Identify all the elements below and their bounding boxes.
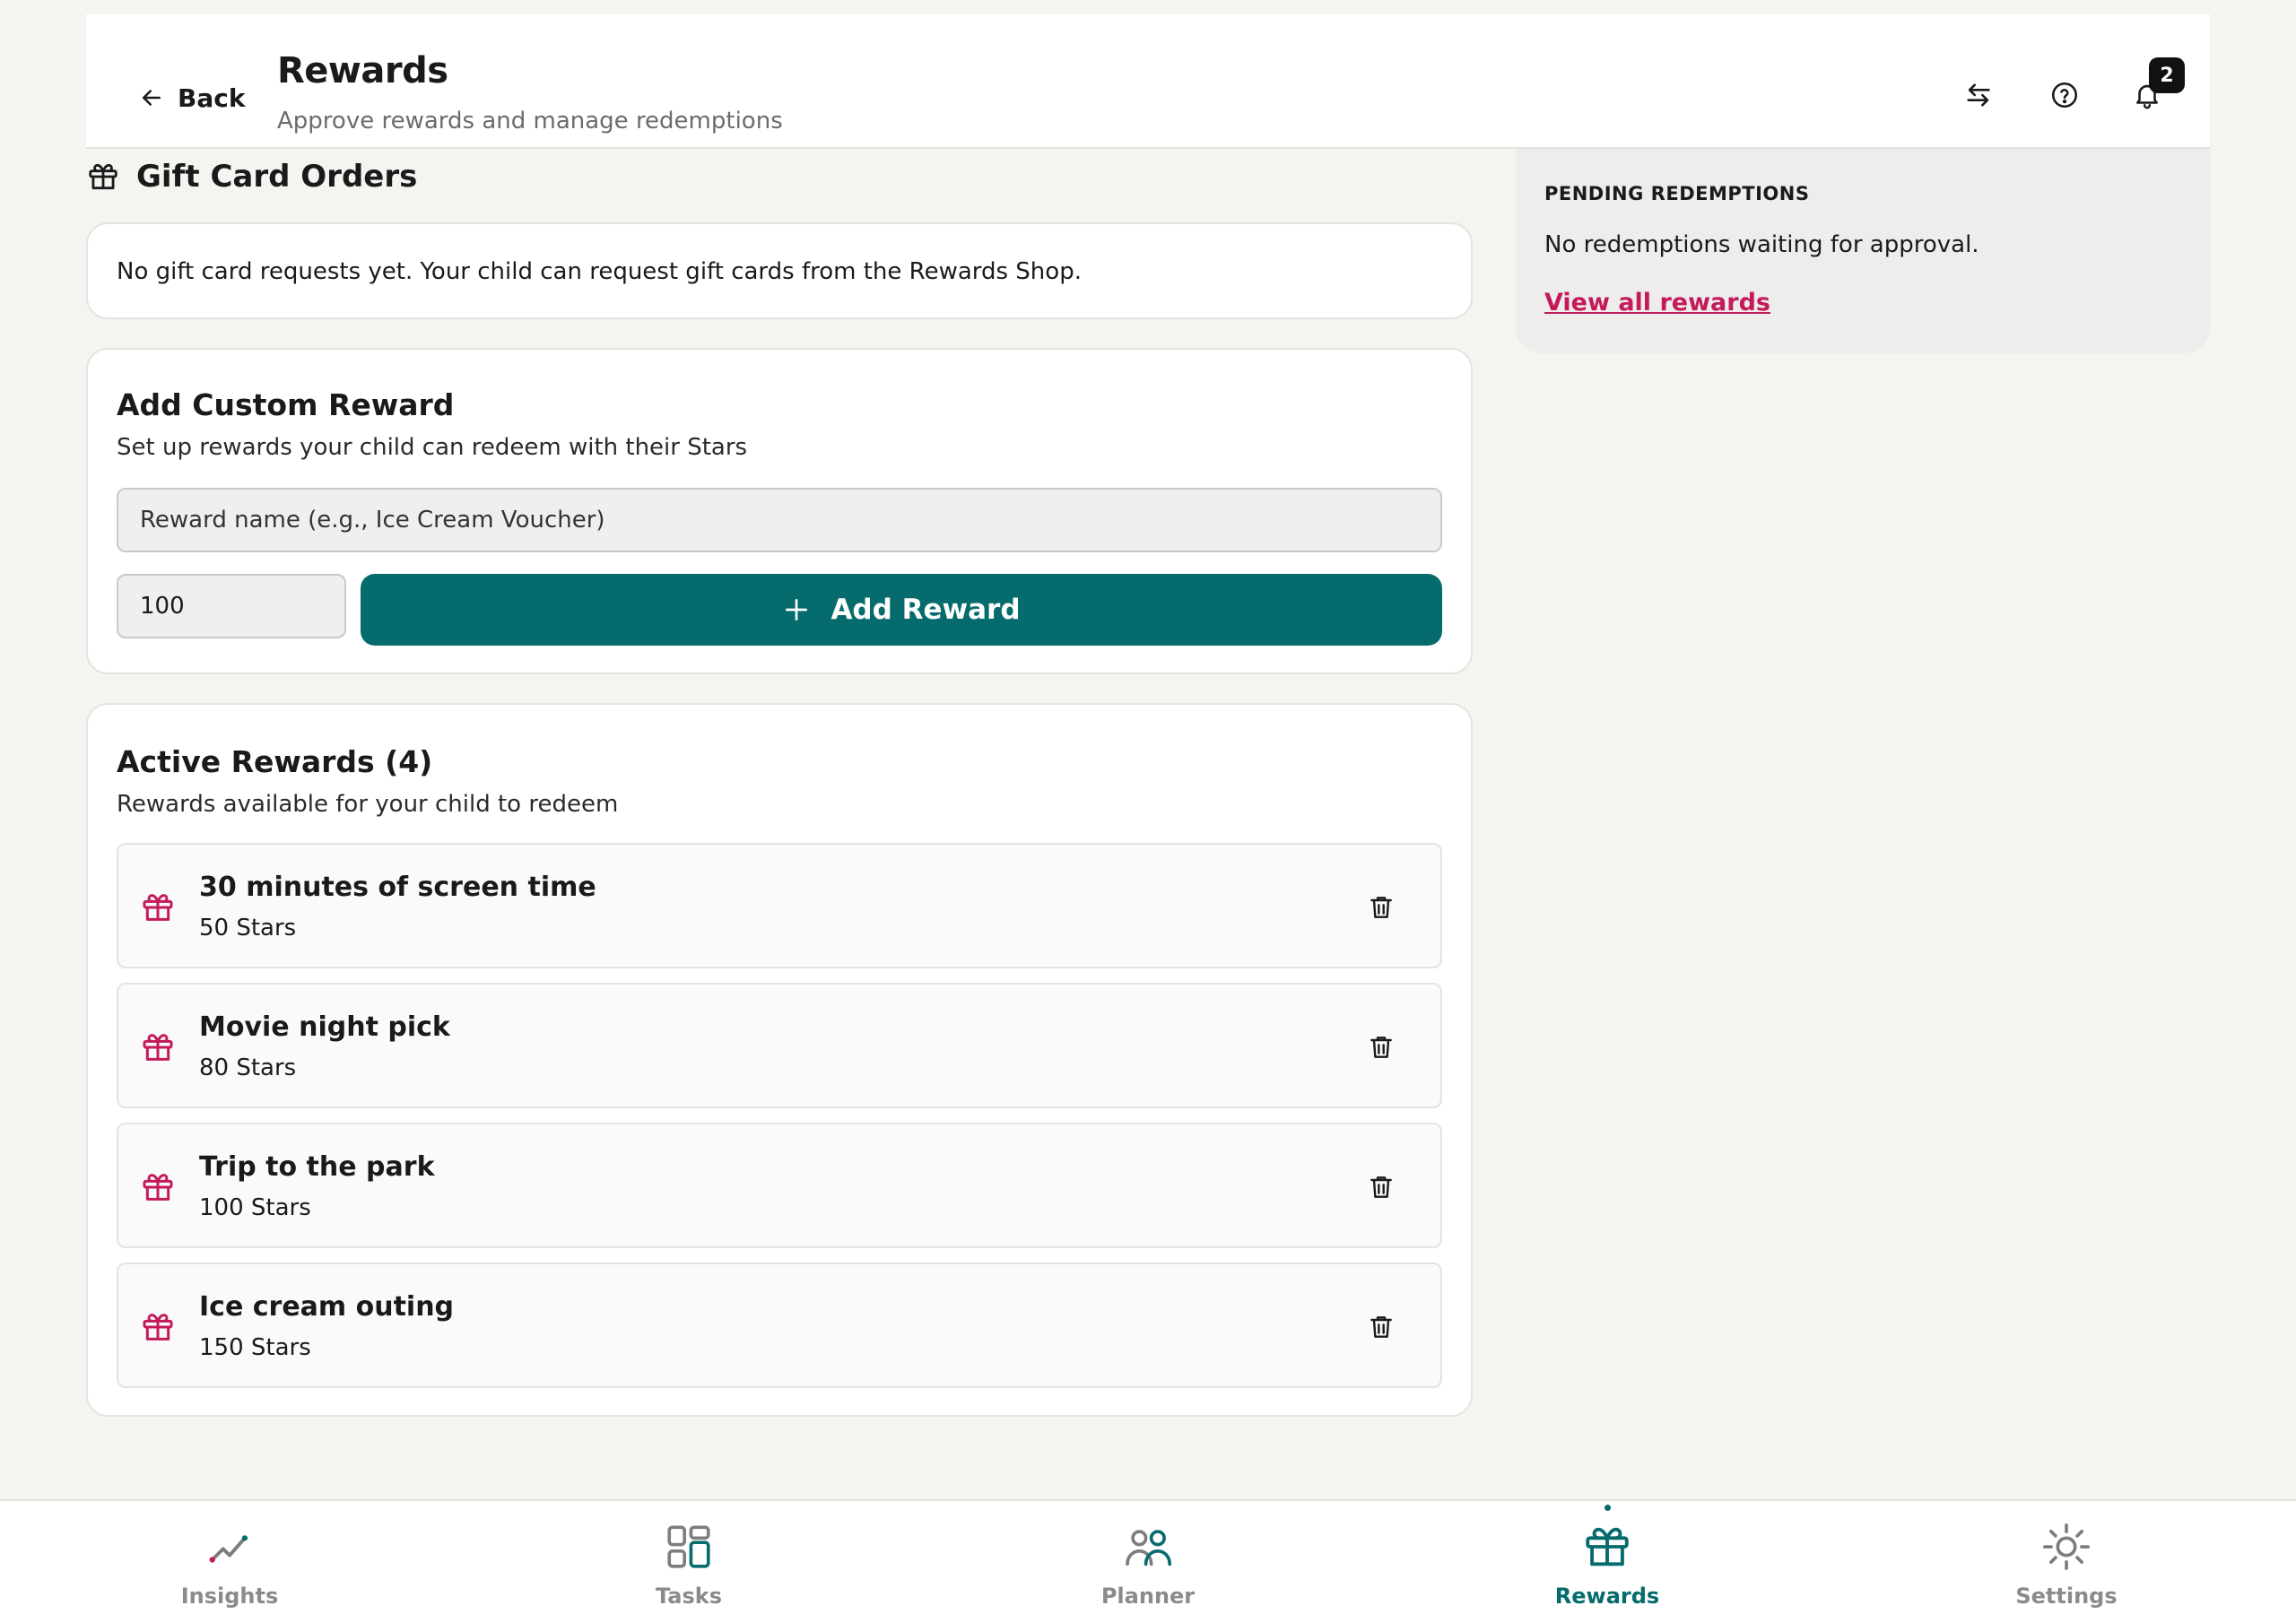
insights-icon — [209, 1535, 248, 1563]
reward-stars-input[interactable] — [117, 574, 346, 638]
nav-label: Rewards — [1554, 1584, 1660, 1609]
page-subtitle: Approve rewards and manage redemptions — [277, 108, 783, 134]
reward-row: Movie night pick 80 Stars — [117, 983, 1442, 1108]
settings-icon — [2043, 1523, 2090, 1570]
add-reward-button-label: Add Reward — [831, 594, 1021, 626]
active-rewards-title: Active Rewards (4) — [117, 744, 433, 779]
gift-icon — [143, 1174, 173, 1201]
delete-reward-button[interactable] — [1361, 1167, 1401, 1207]
pending-redemptions-title: PENDING REDEMPTIONS — [1544, 183, 1810, 204]
rewards-icon — [1586, 1527, 1629, 1566]
gift-icon — [143, 894, 173, 921]
reward-row: 30 minutes of screen time 50 Stars — [117, 843, 1442, 968]
gift-icon — [143, 1034, 173, 1061]
reward-stars: 100 Stars — [199, 1194, 311, 1221]
active-indicator-dot — [1604, 1505, 1611, 1511]
notifications-button[interactable]: 2 — [2127, 57, 2185, 115]
delete-reward-button[interactable] — [1361, 1028, 1401, 1067]
reward-row: Ice cream outing 150 Stars — [117, 1263, 1442, 1388]
swap-icon — [1967, 83, 1990, 107]
help-icon — [2051, 82, 2078, 108]
reward-name: Ice cream outing — [199, 1291, 455, 1323]
pending-redemptions-message: No redemptions waiting for approval. — [1544, 231, 1979, 258]
reward-stars: 50 Stars — [199, 915, 297, 941]
notification-badge: 2 — [2149, 57, 2185, 93]
nav-item-rewards[interactable]: Rewards — [1518, 1501, 1697, 1614]
nav-label: Planner — [1100, 1584, 1196, 1609]
nav-item-settings[interactable]: Settings — [1977, 1501, 2156, 1614]
trash-icon — [1370, 1037, 1392, 1058]
reward-stars: 150 Stars — [199, 1334, 311, 1361]
plus-icon — [786, 599, 808, 620]
trash-icon — [1370, 897, 1392, 918]
nav-item-tasks[interactable]: Tasks — [599, 1501, 778, 1614]
nav-label: Insights — [180, 1584, 279, 1609]
trash-icon — [1370, 1176, 1392, 1198]
add-reward-subtitle: Set up rewards your child can redeem wit… — [117, 434, 748, 461]
nav-item-insights[interactable]: Insights — [140, 1501, 319, 1614]
bottom-navigation: Insights Tasks Planner Rewards Settings — [0, 1499, 2296, 1614]
gift-card-empty-state: No gift card requests yet. Your child ca… — [86, 222, 1473, 319]
back-label: Back — [178, 82, 246, 113]
reward-row: Trip to the park 100 Stars — [117, 1123, 1442, 1248]
delete-reward-button[interactable] — [1361, 888, 1401, 927]
gift-card-orders-heading: Gift Card Orders — [86, 156, 417, 197]
view-all-rewards-link[interactable]: View all rewards — [1544, 289, 1770, 317]
gift-icon — [89, 163, 117, 190]
switch-profile-button[interactable] — [1959, 75, 1998, 115]
add-reward-title: Add Custom Reward — [117, 387, 455, 422]
page-title: Rewards — [277, 50, 448, 91]
active-rewards-subtitle: Rewards available for your child to rede… — [117, 791, 619, 818]
delete-reward-button[interactable] — [1361, 1307, 1401, 1347]
trash-icon — [1370, 1316, 1392, 1338]
reward-stars: 80 Stars — [199, 1054, 297, 1081]
back-button[interactable]: Back — [138, 77, 245, 118]
reward-name: Trip to the park — [199, 1151, 435, 1183]
planner-icon — [1126, 1530, 1171, 1566]
add-custom-reward-card: Add Custom Reward Set up rewards your ch… — [86, 348, 1473, 674]
active-rewards-card: Active Rewards (4) Rewards available for… — [86, 703, 1473, 1417]
reward-name: Movie night pick — [199, 1011, 450, 1043]
add-reward-button[interactable]: Add Reward — [361, 574, 1442, 646]
help-button[interactable] — [2045, 75, 2084, 115]
nav-label: Tasks — [655, 1584, 722, 1609]
pending-redemptions-panel: PENDING REDEMPTIONS No redemptions waiti… — [1516, 149, 2210, 353]
reward-name: 30 minutes of screen time — [199, 872, 596, 903]
tasks-icon — [667, 1525, 710, 1568]
top-header: Back Rewards Approve rewards and manage … — [86, 14, 2210, 149]
nav-label: Settings — [2015, 1584, 2118, 1609]
arrow-left-icon — [143, 90, 161, 106]
gift-icon — [143, 1314, 173, 1341]
reward-name-input[interactable] — [117, 488, 1442, 552]
nav-item-planner[interactable]: Planner — [1058, 1501, 1238, 1614]
gift-card-empty-message: No gift card requests yet. Your child ca… — [117, 258, 1082, 285]
gift-card-orders-title: Gift Card Orders — [136, 159, 418, 195]
